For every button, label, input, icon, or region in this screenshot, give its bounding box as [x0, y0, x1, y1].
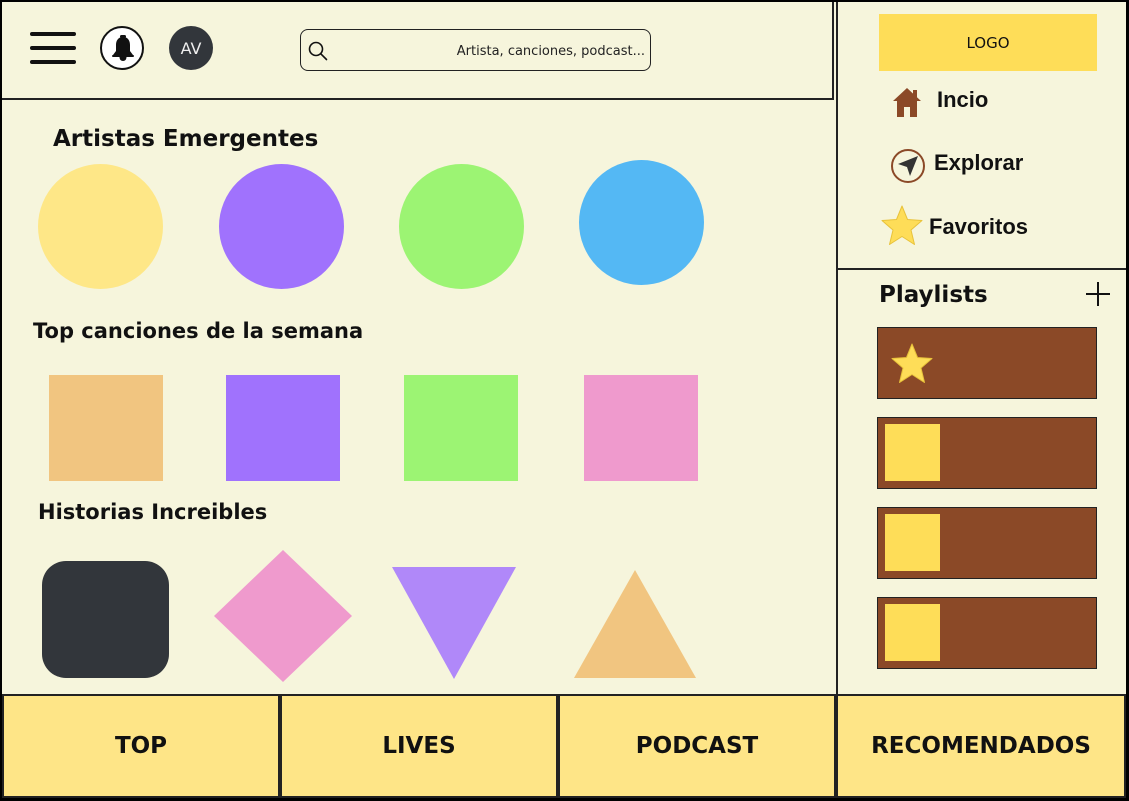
tab-podcast[interactable]: PODCAST: [558, 694, 836, 798]
playlist-item[interactable]: [877, 597, 1097, 669]
logo[interactable]: LOGO: [879, 14, 1097, 71]
section-title-top-canciones: Top canciones de la semana: [33, 319, 364, 343]
artist-circle[interactable]: [579, 160, 704, 285]
menu-icon[interactable]: [30, 32, 76, 66]
playlists-title: Playlists: [879, 282, 988, 308]
star-icon: [881, 205, 923, 245]
playlist-item[interactable]: [877, 417, 1097, 489]
artist-circle[interactable]: [399, 164, 524, 289]
playlist-thumbnail: [885, 424, 940, 481]
compass-icon: [891, 149, 925, 183]
story-rounded-square[interactable]: [42, 561, 169, 678]
section-title-historias: Historias Increibles: [38, 500, 268, 524]
song-square[interactable]: [226, 375, 340, 481]
sidebar-item-explorar[interactable]: Explorar: [934, 150, 1023, 176]
playlist-item[interactable]: [877, 507, 1097, 579]
add-playlist-icon[interactable]: [1085, 281, 1111, 307]
sidebar-item-inicio[interactable]: Incio: [937, 87, 988, 113]
search-bar: [300, 29, 651, 71]
tab-top[interactable]: TOP: [2, 694, 280, 798]
story-diamond[interactable]: [210, 548, 356, 684]
playlist-thumbnail: [885, 514, 940, 571]
home-icon: [893, 88, 921, 117]
playlist-thumbnail: [885, 604, 940, 661]
artist-circle[interactable]: [219, 164, 344, 289]
star-icon: [891, 343, 933, 383]
sidebar-item-favoritos[interactable]: Favoritos: [929, 214, 1028, 240]
story-triangle[interactable]: [572, 568, 698, 680]
app-frame: AV Artistas Emergentes Top canciones de …: [2, 2, 1126, 798]
song-square[interactable]: [584, 375, 698, 481]
bell-icon: [112, 35, 134, 61]
search-icon: [308, 41, 328, 61]
tab-lives[interactable]: LIVES: [280, 694, 558, 798]
playlist-item-favorites[interactable]: [877, 327, 1097, 399]
song-square[interactable]: [49, 375, 163, 481]
notification-bell-button[interactable]: [100, 26, 144, 70]
story-inverted-triangle[interactable]: [390, 565, 518, 681]
section-title-artistas: Artistas Emergentes: [53, 126, 319, 152]
artist-circle[interactable]: [38, 164, 163, 289]
user-avatar[interactable]: AV: [169, 26, 213, 70]
search-input[interactable]: [335, 36, 647, 66]
tab-recomendados[interactable]: RECOMENDADOS: [836, 694, 1126, 798]
song-square[interactable]: [404, 375, 518, 481]
